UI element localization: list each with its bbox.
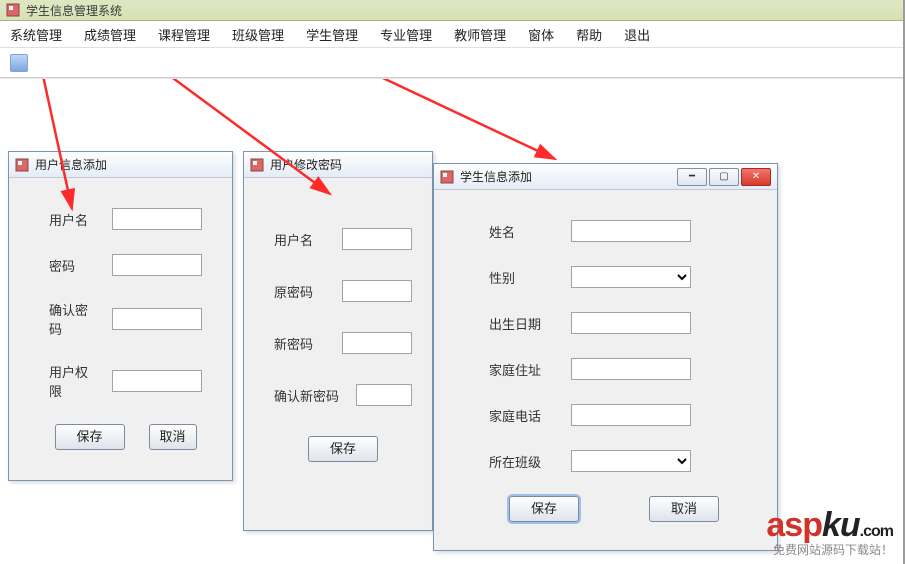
save-button[interactable]: 保存 (308, 436, 378, 462)
menu-score[interactable]: 成绩管理 (84, 25, 136, 44)
form-icon (15, 158, 29, 172)
menu-window[interactable]: 窗体 (528, 25, 554, 44)
menu-class[interactable]: 班级管理 (232, 25, 284, 44)
label-name: 姓名 (489, 222, 553, 241)
dialog-titlebar[interactable]: 用户修改密码 (244, 152, 432, 178)
label-phone: 家庭电话 (489, 406, 553, 425)
label-birth: 出生日期 (489, 314, 553, 333)
input-password[interactable] (112, 254, 202, 276)
label-old-password: 原密码 (274, 282, 330, 301)
mdi-workspace: http://blog.csdn.net/erlian1992 用户信息添加 用… (0, 79, 905, 559)
menu-teacher[interactable]: 教师管理 (454, 25, 506, 44)
input-birth[interactable] (571, 312, 691, 334)
dialog-titlebar[interactable]: 用户信息添加 (9, 152, 232, 178)
maximize-button[interactable]: ▢ (709, 168, 739, 186)
input-username[interactable] (342, 228, 412, 250)
menu-bar: 系统管理 成绩管理 课程管理 班级管理 学生管理 专业管理 教师管理 窗体 帮助… (0, 21, 905, 47)
logo-dotcom: .com (860, 523, 893, 540)
label-username: 用户名 (49, 210, 94, 229)
logo-subtitle: 免费网站源码下载站！ (766, 541, 893, 558)
label-address: 家庭住址 (489, 360, 553, 379)
label-confirm-new-password: 确认新密码 (274, 386, 344, 405)
app-title: 学生信息管理系统 (26, 2, 122, 19)
menu-exit[interactable]: 退出 (624, 25, 650, 44)
dialog-student-add[interactable]: 学生信息添加 ━ ▢ ✕ 姓名 性别 出生日期 家庭住址 (433, 163, 778, 551)
menu-system[interactable]: 系统管理 (10, 25, 62, 44)
select-class[interactable] (571, 450, 691, 472)
close-button[interactable]: ✕ (741, 168, 771, 186)
dialog-change-password[interactable]: 用户修改密码 用户名 原密码 新密码 确认新密码 保存 (243, 151, 433, 531)
site-logo: aspku.com 免费网站源码下载站！ (766, 506, 893, 558)
toolbar (0, 47, 905, 77)
minimize-button[interactable]: ━ (677, 168, 707, 186)
label-class: 所在班级 (489, 452, 553, 471)
dialog-title: 用户修改密码 (270, 156, 342, 173)
dialog-title: 学生信息添加 (460, 168, 532, 185)
input-name[interactable] (571, 220, 691, 242)
form-icon (250, 158, 264, 172)
input-username[interactable] (112, 208, 202, 230)
logo-asp: asp (766, 506, 822, 544)
app-titlebar: 学生信息管理系统 (0, 0, 905, 21)
image-tool-icon[interactable] (10, 54, 28, 72)
form-icon (440, 170, 454, 184)
label-gender: 性别 (489, 268, 553, 287)
cancel-button-partial[interactable]: 取消 (149, 424, 197, 450)
menu-major[interactable]: 专业管理 (380, 25, 432, 44)
select-gender[interactable] (571, 266, 691, 288)
save-button[interactable]: 保存 (55, 424, 125, 450)
label-password: 密码 (49, 256, 94, 275)
input-role[interactable] (112, 370, 202, 392)
dialog-titlebar[interactable]: 学生信息添加 ━ ▢ ✕ (434, 164, 777, 190)
app-icon (6, 3, 20, 17)
input-new-password[interactable] (342, 332, 412, 354)
menu-student[interactable]: 学生管理 (306, 25, 358, 44)
dialog-title: 用户信息添加 (35, 156, 107, 173)
logo-ku: ku (822, 506, 860, 544)
input-confirm[interactable] (112, 308, 202, 330)
menu-course[interactable]: 课程管理 (158, 25, 210, 44)
label-new-password: 新密码 (274, 334, 330, 353)
save-button[interactable]: 保存 (509, 496, 579, 522)
input-phone[interactable] (571, 404, 691, 426)
label-role: 用户权限 (49, 362, 94, 400)
dialog-user-add[interactable]: 用户信息添加 用户名 密码 确认密码 用户权限 保存 取消 (8, 151, 233, 481)
menu-help[interactable]: 帮助 (576, 25, 602, 44)
label-confirm: 确认密码 (49, 300, 94, 338)
label-username: 用户名 (274, 230, 330, 249)
input-confirm-new-password[interactable] (356, 384, 412, 406)
cancel-button[interactable]: 取消 (649, 496, 719, 522)
input-address[interactable] (571, 358, 691, 380)
input-old-password[interactable] (342, 280, 412, 302)
